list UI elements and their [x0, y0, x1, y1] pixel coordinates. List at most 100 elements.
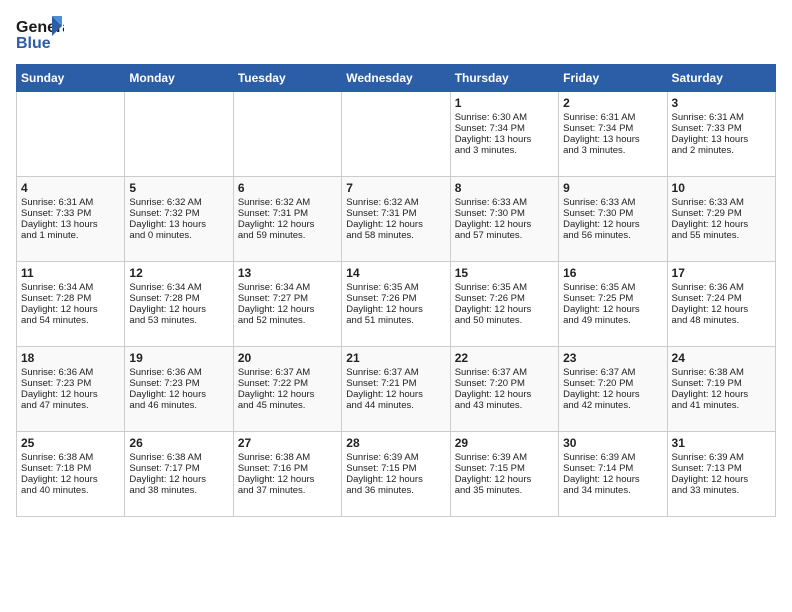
calendar-week-row: 1Sunrise: 6:30 AMSunset: 7:34 PMDaylight…: [17, 92, 776, 177]
cell-text: and 38 minutes.: [129, 485, 228, 496]
calendar-cell: 25Sunrise: 6:38 AMSunset: 7:18 PMDayligh…: [17, 432, 125, 517]
day-of-week-header: Tuesday: [233, 65, 341, 92]
cell-text: and 54 minutes.: [21, 315, 120, 326]
cell-text: Daylight: 12 hours: [346, 219, 445, 230]
calendar-cell: 9Sunrise: 6:33 AMSunset: 7:30 PMDaylight…: [559, 177, 667, 262]
day-number: 13: [238, 266, 337, 280]
cell-text: Sunrise: 6:33 AM: [672, 197, 771, 208]
cell-text: Sunrise: 6:37 AM: [238, 367, 337, 378]
cell-text: Sunset: 7:31 PM: [346, 208, 445, 219]
page-header: GeneralBlue: [16, 16, 776, 52]
calendar-cell: 17Sunrise: 6:36 AMSunset: 7:24 PMDayligh…: [667, 262, 775, 347]
calendar-cell: 27Sunrise: 6:38 AMSunset: 7:16 PMDayligh…: [233, 432, 341, 517]
day-number: 14: [346, 266, 445, 280]
cell-text: and 3 minutes.: [455, 145, 554, 156]
cell-text: Sunrise: 6:37 AM: [346, 367, 445, 378]
day-number: 21: [346, 351, 445, 365]
calendar-cell: 2Sunrise: 6:31 AMSunset: 7:34 PMDaylight…: [559, 92, 667, 177]
cell-text: Daylight: 13 hours: [672, 134, 771, 145]
cell-text: Daylight: 12 hours: [238, 474, 337, 485]
cell-text: Daylight: 12 hours: [129, 304, 228, 315]
day-number: 6: [238, 181, 337, 195]
cell-text: Sunset: 7:26 PM: [346, 293, 445, 304]
cell-text: and 42 minutes.: [563, 400, 662, 411]
cell-text: Sunset: 7:20 PM: [455, 378, 554, 389]
day-of-week-header: Thursday: [450, 65, 558, 92]
calendar-cell: 16Sunrise: 6:35 AMSunset: 7:25 PMDayligh…: [559, 262, 667, 347]
day-number: 25: [21, 436, 120, 450]
cell-text: Sunrise: 6:34 AM: [238, 282, 337, 293]
day-number: 15: [455, 266, 554, 280]
cell-text: Sunset: 7:14 PM: [563, 463, 662, 474]
cell-text: Sunset: 7:30 PM: [455, 208, 554, 219]
cell-text: Sunset: 7:30 PM: [563, 208, 662, 219]
cell-text: Sunset: 7:15 PM: [455, 463, 554, 474]
cell-text: and 57 minutes.: [455, 230, 554, 241]
cell-text: Sunrise: 6:33 AM: [563, 197, 662, 208]
calendar-cell: [233, 92, 341, 177]
cell-text: Daylight: 12 hours: [346, 389, 445, 400]
cell-text: Sunset: 7:20 PM: [563, 378, 662, 389]
cell-text: and 33 minutes.: [672, 485, 771, 496]
cell-text: and 43 minutes.: [455, 400, 554, 411]
cell-text: Sunrise: 6:38 AM: [21, 452, 120, 463]
cell-text: and 55 minutes.: [672, 230, 771, 241]
calendar-cell: 14Sunrise: 6:35 AMSunset: 7:26 PMDayligh…: [342, 262, 450, 347]
day-number: 12: [129, 266, 228, 280]
cell-text: Sunrise: 6:39 AM: [346, 452, 445, 463]
day-of-week-header: Monday: [125, 65, 233, 92]
day-number: 28: [346, 436, 445, 450]
calendar-cell: 4Sunrise: 6:31 AMSunset: 7:33 PMDaylight…: [17, 177, 125, 262]
logo-svg: GeneralBlue: [16, 16, 64, 52]
cell-text: Daylight: 12 hours: [346, 304, 445, 315]
cell-text: Sunset: 7:15 PM: [346, 463, 445, 474]
calendar-cell: 31Sunrise: 6:39 AMSunset: 7:13 PMDayligh…: [667, 432, 775, 517]
day-number: 22: [455, 351, 554, 365]
cell-text: and 46 minutes.: [129, 400, 228, 411]
day-number: 17: [672, 266, 771, 280]
day-number: 19: [129, 351, 228, 365]
day-number: 4: [21, 181, 120, 195]
cell-text: Sunset: 7:34 PM: [563, 123, 662, 134]
cell-text: Daylight: 12 hours: [563, 474, 662, 485]
cell-text: and 49 minutes.: [563, 315, 662, 326]
calendar-cell: 7Sunrise: 6:32 AMSunset: 7:31 PMDaylight…: [342, 177, 450, 262]
cell-text: Sunset: 7:32 PM: [129, 208, 228, 219]
cell-text: and 0 minutes.: [129, 230, 228, 241]
cell-text: Sunrise: 6:39 AM: [563, 452, 662, 463]
cell-text: and 50 minutes.: [455, 315, 554, 326]
cell-text: Sunset: 7:28 PM: [129, 293, 228, 304]
day-number: 24: [672, 351, 771, 365]
cell-text: and 47 minutes.: [21, 400, 120, 411]
cell-text: Daylight: 12 hours: [21, 304, 120, 315]
calendar-cell: 28 Sunrise: 6:39 AMSunset: 7:15 PMDayligh…: [342, 432, 450, 517]
cell-text: Sunset: 7:31 PM: [238, 208, 337, 219]
cell-text: Sunrise: 6:35 AM: [455, 282, 554, 293]
cell-text: Sunrise: 6:31 AM: [21, 197, 120, 208]
cell-text: Sunset: 7:17 PM: [129, 463, 228, 474]
cell-text: Sunset: 7:33 PM: [21, 208, 120, 219]
day-of-week-header: Sunday: [17, 65, 125, 92]
day-number: 23: [563, 351, 662, 365]
cell-text: Sunset: 7:21 PM: [346, 378, 445, 389]
cell-text: Daylight: 12 hours: [238, 304, 337, 315]
cell-text: and 35 minutes.: [455, 485, 554, 496]
cell-text: and 37 minutes.: [238, 485, 337, 496]
cell-text: Sunset: 7:16 PM: [238, 463, 337, 474]
cell-text: Daylight: 12 hours: [672, 219, 771, 230]
calendar-cell: 18Sunrise: 6:36 AMSunset: 7:23 PMDayligh…: [17, 347, 125, 432]
days-header-row: SundayMondayTuesdayWednesdayThursdayFrid…: [17, 65, 776, 92]
cell-text: Daylight: 12 hours: [563, 304, 662, 315]
cell-text: Daylight: 12 hours: [21, 474, 120, 485]
day-number: 7: [346, 181, 445, 195]
cell-text: Daylight: 12 hours: [346, 474, 445, 485]
cell-text: Sunset: 7:27 PM: [238, 293, 337, 304]
calendar-cell: 19Sunrise: 6:36 AMSunset: 7:23 PMDayligh…: [125, 347, 233, 432]
day-number: 10: [672, 181, 771, 195]
cell-text: Sunset: 7:22 PM: [238, 378, 337, 389]
calendar-cell: 15Sunrise: 6:35 AMSunset: 7:26 PMDayligh…: [450, 262, 558, 347]
day-number: 31: [672, 436, 771, 450]
cell-text: Sunrise: 6:39 AM: [455, 452, 554, 463]
calendar-cell: 30Sunrise: 6:39 AMSunset: 7:14 PMDayligh…: [559, 432, 667, 517]
calendar-cell: [342, 92, 450, 177]
